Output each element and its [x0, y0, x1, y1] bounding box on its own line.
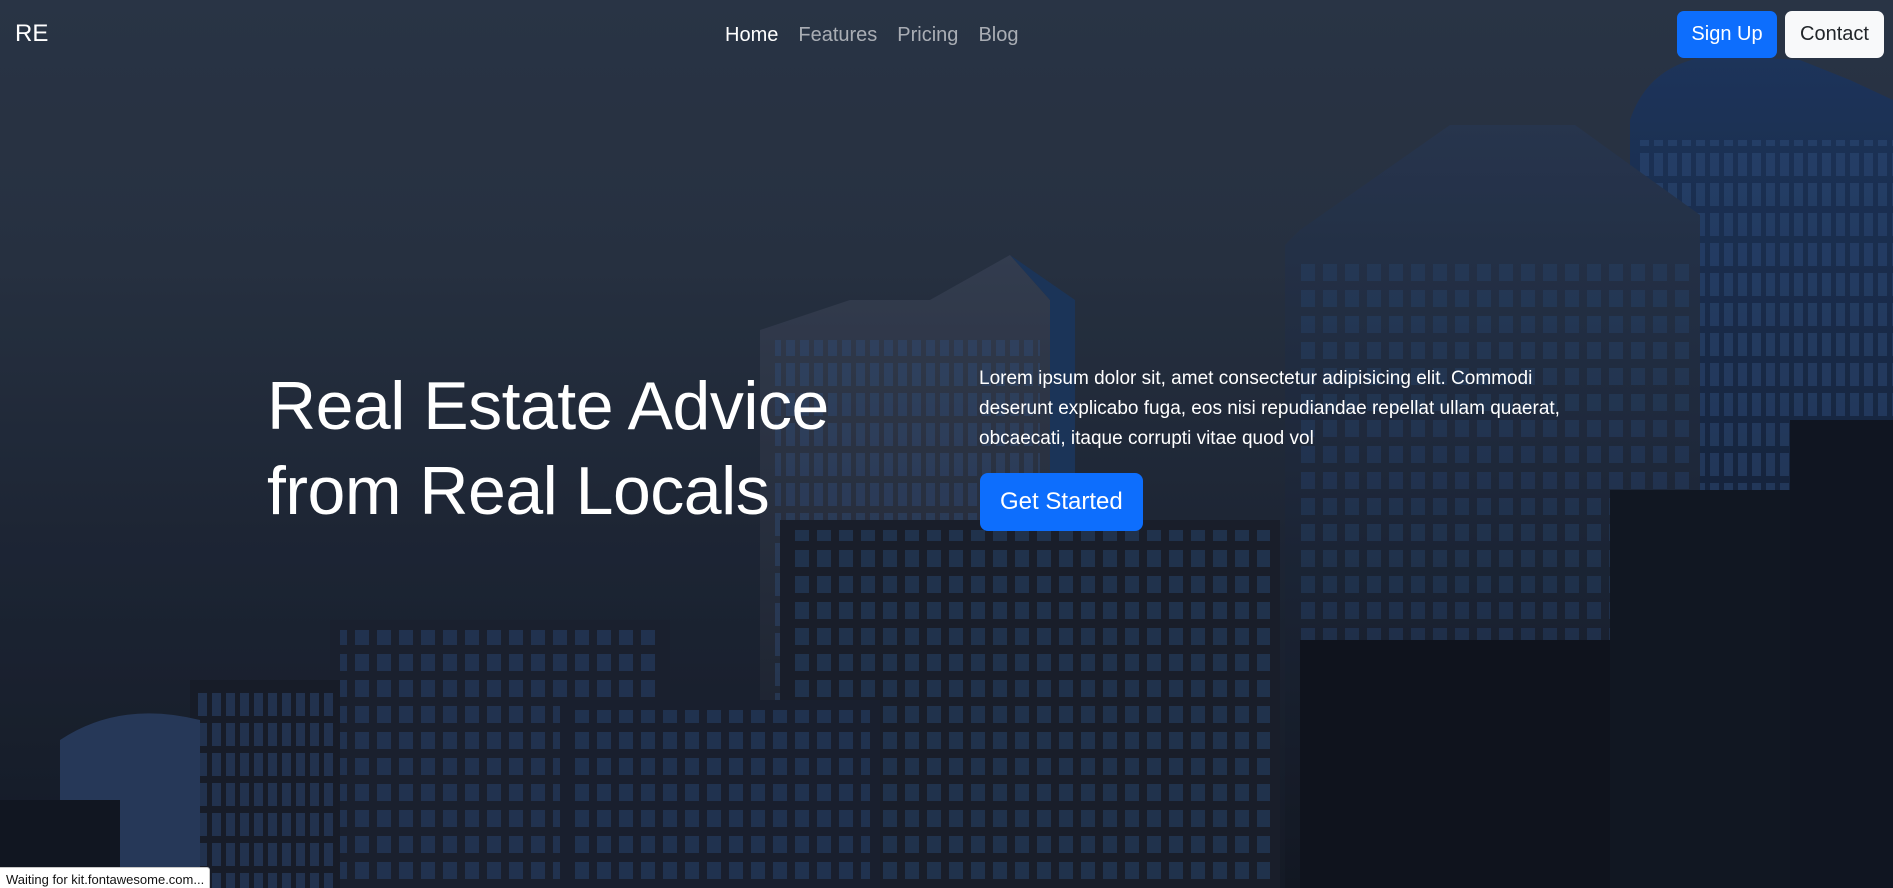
hero-headline: Real Estate Advice from Real Locals	[267, 364, 907, 534]
nav-link-blog[interactable]: Blog	[968, 22, 1028, 48]
brand-logo[interactable]: RE	[15, 20, 48, 48]
nav-item-home: Home	[715, 22, 788, 48]
main-nav: Home Features Pricing Blog	[715, 22, 1028, 48]
nav-link-home[interactable]: Home	[715, 22, 788, 48]
contact-button[interactable]: Contact	[1785, 11, 1884, 58]
get-started-button[interactable]: Get Started	[980, 473, 1143, 531]
nav-item-pricing: Pricing	[887, 22, 968, 48]
sign-up-button[interactable]: Sign Up	[1677, 11, 1777, 58]
hero-description: Lorem ipsum dolor sit, amet consectetur …	[979, 368, 1560, 449]
headline-line-1: Real Estate Advice	[267, 368, 829, 444]
nav-link-features[interactable]: Features	[788, 22, 887, 48]
nav-item-features: Features	[788, 22, 887, 48]
nav-link-pricing[interactable]: Pricing	[887, 22, 968, 48]
browser-status-bar: Waiting for kit.fontawesome.com...	[0, 867, 211, 888]
headline-line-2: from Real Locals	[267, 453, 770, 529]
nav-item-blog: Blog	[968, 22, 1028, 48]
hero-section: RE Home Features Pricing Blog Sign Up Co…	[0, 0, 1893, 888]
